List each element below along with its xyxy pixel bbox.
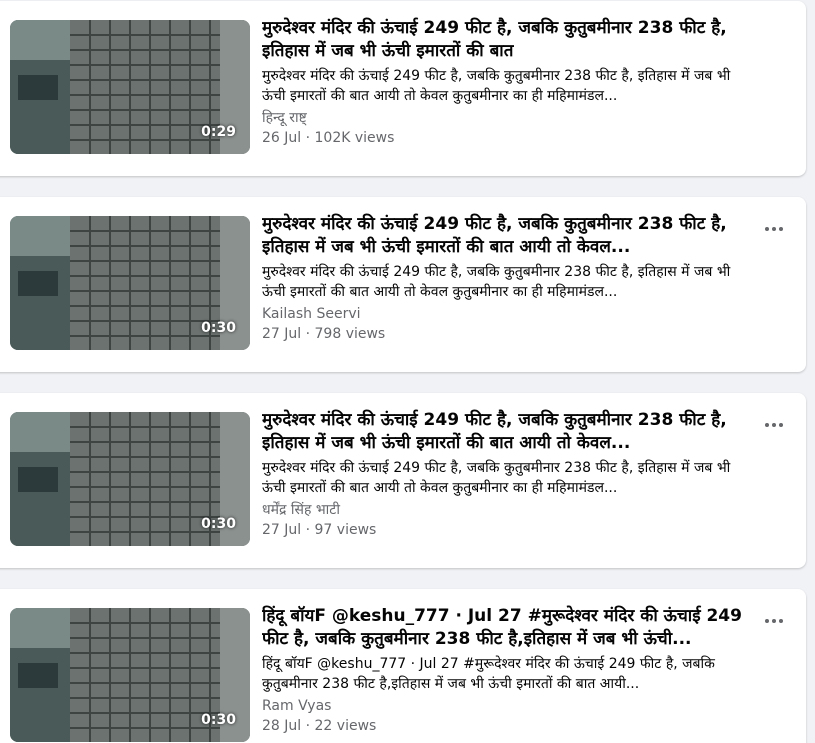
video-meta: 26 Jul · 102K views <box>262 128 757 148</box>
video-description: मुरुदेश्वर मंदिर की ऊंचाई 249 फीट है, जब… <box>262 264 731 300</box>
video-title[interactable]: मुरुदेश्वर मंदिर की ऊंचाई 249 फीट है, जब… <box>262 213 757 259</box>
more-options-button[interactable] <box>760 611 788 631</box>
video-date: 26 Jul <box>262 130 302 146</box>
meta-separator: · <box>301 522 315 538</box>
video-date: 27 Jul <box>262 326 302 342</box>
video-views: 97 views <box>314 522 377 538</box>
more-options-button[interactable] <box>760 219 788 239</box>
video-thumbnail[interactable]: 0:30 <box>10 216 250 350</box>
video-title[interactable]: मुरुदेश्वर मंदिर की ऊंचाई 249 फीट है, जब… <box>262 409 757 455</box>
video-views: 798 views <box>314 326 386 342</box>
more-dot <box>779 227 783 231</box>
video-views: 102K views <box>314 130 395 146</box>
video-duration: 0:30 <box>201 516 236 532</box>
more-dot <box>772 423 776 427</box>
video-meta: 28 Jul · 22 views <box>262 716 757 736</box>
video-card[interactable]: 0:30 हिंदू बॉयF @keshu_777 · Jul 27 #मुर… <box>0 589 806 743</box>
more-dot <box>772 619 776 623</box>
meta-separator: · <box>301 718 315 734</box>
more-dot <box>779 619 783 623</box>
video-info: हिंदू बॉयF @keshu_777 · Jul 27 #मुरूदेश्… <box>262 605 757 736</box>
meta-separator: · <box>301 326 315 342</box>
video-info: मुरुदेश्वर मंदिर की ऊंचाई 249 फीट है, जब… <box>262 213 757 344</box>
video-date: 27 Jul <box>262 522 302 538</box>
video-description: मुरुदेश्वर मंदिर की ऊंचाई 249 फीट है, जब… <box>262 68 731 104</box>
video-author[interactable]: Kailash Seervi <box>262 304 757 324</box>
video-author[interactable]: Ram Vyas <box>262 696 757 716</box>
video-views: 22 views <box>314 718 377 734</box>
video-duration: 0:30 <box>201 712 236 728</box>
video-date: 28 Jul <box>262 718 302 734</box>
video-thumbnail[interactable]: 0:29 <box>10 20 250 154</box>
video-card[interactable]: 0:30 मुरुदेश्वर मंदिर की ऊंचाई 249 फीट ह… <box>0 197 806 372</box>
video-description: मुरुदेश्वर मंदिर की ऊंचाई 249 फीट है, जब… <box>262 460 731 496</box>
video-title[interactable]: मुरुदेश्वर मंदिर की ऊंचाई 249 फीट है, जब… <box>262 17 757 63</box>
video-meta: 27 Jul · 97 views <box>262 520 757 540</box>
video-meta: 27 Jul · 798 views <box>262 324 757 344</box>
video-duration: 0:29 <box>201 124 236 140</box>
video-info: मुरुदेश्वर मंदिर की ऊंचाई 249 फीट है, जब… <box>262 409 757 540</box>
video-card[interactable]: 0:30 मुरुदेश्वर मंदिर की ऊंचाई 249 फीट ह… <box>0 393 806 568</box>
video-info: मुरुदेश्वर मंदिर की ऊंचाई 249 फीट है, जब… <box>262 17 757 148</box>
video-card[interactable]: 0:29 मुरुदेश्वर मंदिर की ऊंचाई 249 फीट ह… <box>0 1 806 176</box>
more-dot <box>779 423 783 427</box>
video-thumbnail[interactable]: 0:30 <box>10 412 250 546</box>
meta-separator: · <box>301 130 315 146</box>
video-description: हिंदू बॉयF @keshu_777 · Jul 27 #मुरूदेश्… <box>262 656 715 692</box>
video-title[interactable]: हिंदू बॉयF @keshu_777 · Jul 27 #मुरूदेश्… <box>262 605 757 651</box>
video-duration: 0:30 <box>201 320 236 336</box>
video-author[interactable]: हिन्दू राष्ट् <box>262 108 757 128</box>
video-results-feed: 0:29 मुरुदेश्वर मंदिर की ऊंचाई 249 फीट ह… <box>0 0 815 743</box>
more-dot <box>772 227 776 231</box>
video-author[interactable]: धर्मेंद्र सिंह भाटी <box>262 500 757 520</box>
video-thumbnail[interactable]: 0:30 <box>10 608 250 742</box>
more-horizontal-icon <box>765 423 769 427</box>
more-horizontal-icon <box>765 619 769 623</box>
more-options-button[interactable] <box>760 415 788 435</box>
more-horizontal-icon <box>765 227 769 231</box>
